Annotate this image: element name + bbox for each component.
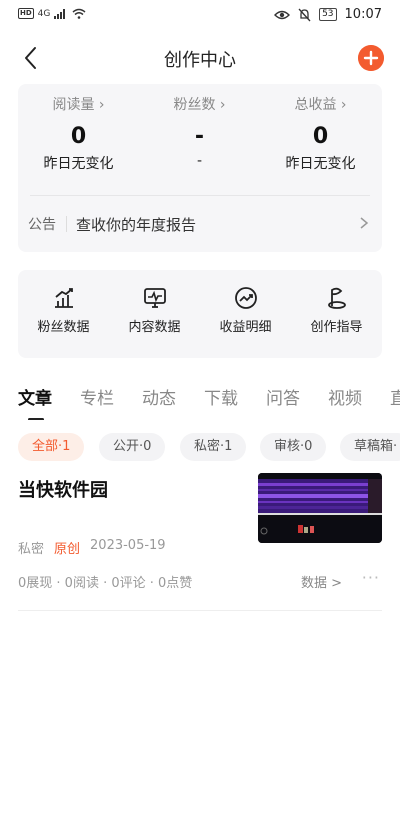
tab-downloads[interactable]: 下载 xyxy=(204,384,238,409)
stat-value: 0 xyxy=(312,124,329,149)
stat-value: - xyxy=(194,124,205,149)
stats-card: 阅读量 › 0 昨日无变化 粉丝数 › - - 总收益 › 0 昨日无变化 公告… xyxy=(18,84,382,252)
status-bar: HD 4G 53 10:07 xyxy=(0,0,400,32)
revenue-icon xyxy=(234,287,257,309)
tool-content-data[interactable]: 内容数据 xyxy=(109,286,200,335)
stat-value: 0 xyxy=(70,124,87,149)
chip-all[interactable]: 全部·1 xyxy=(18,433,85,461)
article-type-badge: 原创 xyxy=(54,542,81,557)
content-monitor-icon xyxy=(143,288,166,308)
eye-comfort-icon xyxy=(274,10,291,19)
chevron-right-icon: › xyxy=(94,97,105,113)
article-stats: 0展现 · 0阅读 · 0评论 · 0点赞 xyxy=(18,576,193,591)
stat-label: 阅读量 › xyxy=(52,97,105,113)
add-plus-icon[interactable] xyxy=(358,45,384,71)
article-meta: 私密 原创 2023-05-19 xyxy=(18,538,166,557)
stat-change: - xyxy=(196,153,203,169)
chevron-right-icon xyxy=(360,217,369,229)
stat-revenue[interactable]: 总收益 › 0 昨日无变化 xyxy=(260,94,381,173)
tab-qa[interactable]: 问答 xyxy=(266,384,300,409)
article-data-link[interactable]: 数据 > xyxy=(301,572,342,591)
notice-row[interactable]: 公告 查收你的年度报告 xyxy=(18,196,382,252)
notice-text: 查收你的年度报告 xyxy=(76,216,197,234)
more-options-icon[interactable]: ··· xyxy=(362,568,380,587)
stat-label: 粉丝数 › xyxy=(173,97,226,113)
stat-change: 昨日无变化 xyxy=(285,156,356,172)
article-date: 2023-05-19 xyxy=(90,538,166,553)
chip-drafts[interactable]: 草稿箱· xyxy=(340,433,400,461)
divider xyxy=(18,610,382,611)
article-title: 当快软件园 xyxy=(18,480,108,501)
tool-label: 内容数据 xyxy=(128,320,181,335)
content-tabs: 文章 专栏 动态 下载 问答 视频 直 xyxy=(0,380,400,420)
chip-reviewing[interactable]: 审核·0 xyxy=(260,433,327,461)
active-tab-indicator xyxy=(28,418,44,420)
tool-creation-guide[interactable]: 创作指导 xyxy=(291,286,382,335)
fan-data-chart-icon xyxy=(54,288,73,308)
article-item[interactable]: 当快软件园 私密 原创 2023-05-19 0展现 · 0阅读 · 0评论 ·… xyxy=(18,470,382,611)
article-thumbnail xyxy=(258,473,382,543)
chevron-right-icon: › xyxy=(215,97,226,113)
page-title: 创作中心 xyxy=(164,50,236,71)
app-header: 创作中心 xyxy=(0,38,400,78)
chip-public[interactable]: 公开·0 xyxy=(99,433,166,461)
tool-label: 粉丝数据 xyxy=(37,320,90,335)
network-type: 4G xyxy=(37,8,51,19)
tab-videos[interactable]: 视频 xyxy=(328,384,362,409)
chevron-right-icon: › xyxy=(336,97,347,113)
tab-live[interactable]: 直 xyxy=(390,384,400,409)
article-visibility: 私密 xyxy=(18,542,45,557)
divider xyxy=(66,216,67,232)
status-right: 53 10:07 xyxy=(274,7,382,22)
tool-label: 创作指导 xyxy=(310,320,363,335)
stat-change: 昨日无变化 xyxy=(43,156,114,172)
tab-dynamics[interactable]: 动态 xyxy=(142,384,176,409)
tool-fan-data[interactable]: 粉丝数据 xyxy=(18,286,109,335)
tab-articles[interactable]: 文章 xyxy=(18,384,52,409)
stat-label: 总收益 › xyxy=(294,97,347,113)
wifi-icon xyxy=(72,8,86,19)
battery-indicator: 53 xyxy=(319,8,337,21)
chip-private[interactable]: 私密·1 xyxy=(180,433,247,461)
tool-label: 收益明细 xyxy=(219,320,272,335)
signal-strength-icon xyxy=(54,8,66,19)
mute-bell-icon xyxy=(298,8,311,21)
tools-card: 粉丝数据 内容数据 收益明细 创作指导 xyxy=(18,270,382,358)
tool-revenue[interactable]: 收益明细 xyxy=(200,286,291,335)
notice-label: 公告 xyxy=(28,217,56,233)
creation-guide-flag-icon xyxy=(327,287,346,309)
stat-fans[interactable]: 粉丝数 › - - xyxy=(139,94,260,169)
filter-chips: 全部·1 公开·0 私密·1 审核·0 草稿箱· xyxy=(0,433,400,463)
tab-columns[interactable]: 专栏 xyxy=(80,384,114,409)
signal-indicators: HD 4G xyxy=(18,8,86,19)
stat-reads[interactable]: 阅读量 › 0 昨日无变化 xyxy=(18,94,139,173)
hd-badge: HD xyxy=(18,8,34,19)
clock: 10:07 xyxy=(344,7,382,22)
